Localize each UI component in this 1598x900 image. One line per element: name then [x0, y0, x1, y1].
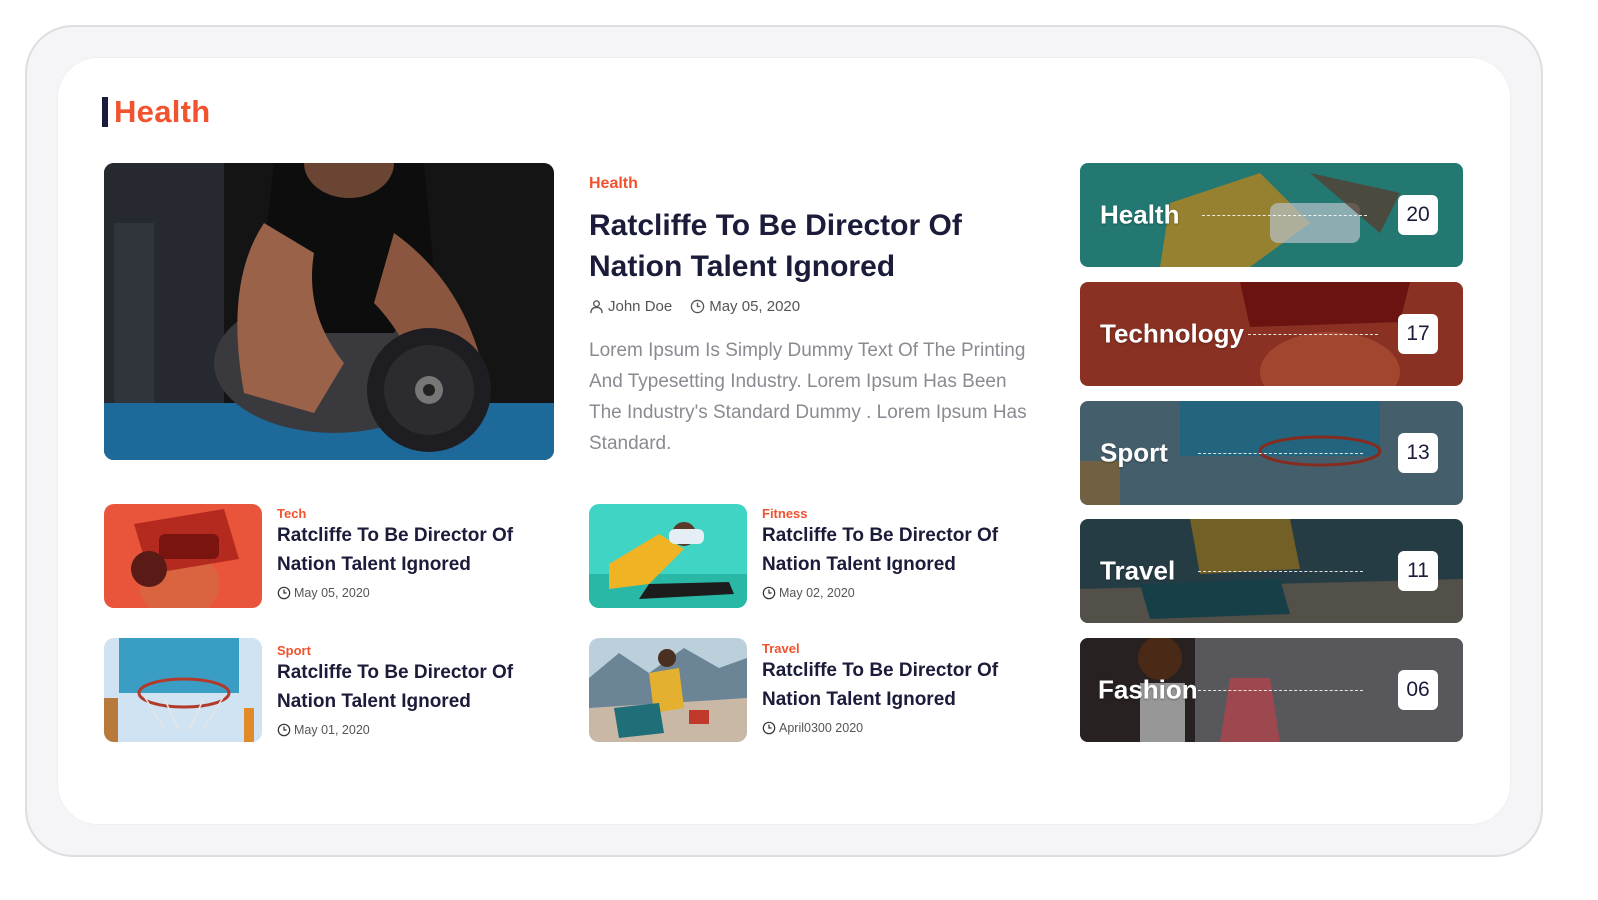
- article-thumbnail-sport[interactable]: [104, 638, 262, 742]
- user-icon: [590, 300, 603, 314]
- featured-date: May 05, 2020: [709, 298, 801, 315]
- category-label: Technology: [1100, 318, 1244, 349]
- category-divider: [1202, 215, 1367, 216]
- category-count-badge: 17: [1398, 314, 1438, 354]
- article-title[interactable]: Ratcliffe To Be Director Of Nation Talen…: [762, 656, 1032, 714]
- category-count-badge: 06: [1398, 670, 1438, 710]
- category-count-badge: 13: [1398, 433, 1438, 473]
- category-divider: [1198, 571, 1363, 572]
- article-thumbnail-fitness[interactable]: [589, 504, 747, 608]
- featured-category[interactable]: Health: [589, 175, 638, 193]
- article-date: April0300 2020: [762, 721, 863, 735]
- category-health[interactable]: Health 20: [1080, 163, 1463, 267]
- article-date-text: May 02, 2020: [779, 586, 855, 600]
- article-date-text: April0300 2020: [779, 721, 864, 735]
- category-label: Fashion: [1098, 674, 1198, 705]
- category-divider: [1198, 453, 1363, 454]
- article-thumbnail-travel[interactable]: [589, 638, 747, 742]
- category-fashion[interactable]: Fashion 06: [1080, 638, 1463, 742]
- category-divider: [1248, 334, 1378, 335]
- article-category[interactable]: Sport: [277, 643, 311, 658]
- article-category[interactable]: Tech: [277, 506, 306, 521]
- category-divider: [1198, 690, 1363, 691]
- section-title: Health: [114, 94, 211, 129]
- article-date: May 01, 2020: [277, 723, 370, 737]
- section-header: Health: [102, 92, 211, 132]
- clock-icon: [277, 723, 291, 737]
- article-date: May 05, 2020: [277, 586, 370, 600]
- category-label: Sport: [1100, 437, 1168, 468]
- featured-image[interactable]: [104, 163, 554, 460]
- article-category[interactable]: Travel: [762, 641, 800, 656]
- article-title[interactable]: Ratcliffe To Be Director Of Nation Talen…: [277, 521, 547, 579]
- article-date: May 02, 2020: [762, 586, 855, 600]
- clock-icon: [762, 586, 776, 600]
- category-count-badge: 11: [1398, 551, 1438, 591]
- section-title-bar: [102, 97, 108, 127]
- clock-icon: [762, 721, 776, 735]
- article-date-text: May 01, 2020: [294, 723, 370, 737]
- article-title[interactable]: Ratcliffe To Be Director Of Nation Talen…: [762, 521, 1032, 579]
- clock-icon: [277, 586, 291, 600]
- category-sport[interactable]: Sport 13: [1080, 401, 1463, 505]
- article-thumbnail-tech[interactable]: [104, 504, 262, 608]
- clock-icon: [690, 299, 705, 314]
- article-category[interactable]: Fitness: [762, 506, 808, 521]
- category-technology[interactable]: Technology 17: [1080, 282, 1463, 386]
- category-label: Travel: [1100, 555, 1176, 586]
- category-travel[interactable]: Travel 11: [1080, 519, 1463, 623]
- category-count-badge: 20: [1398, 195, 1438, 235]
- category-label: Health: [1100, 199, 1180, 230]
- featured-title[interactable]: Ratcliffe To Be Director Of Nation Talen…: [589, 205, 1019, 287]
- article-date-text: May 05, 2020: [294, 586, 370, 600]
- article-title[interactable]: Ratcliffe To Be Director Of Nation Talen…: [277, 658, 547, 716]
- featured-meta: John Doe May 05, 2020: [589, 298, 800, 315]
- featured-author[interactable]: John Doe: [608, 298, 672, 315]
- featured-description: Lorem Ipsum Is Simply Dummy Text Of The …: [589, 340, 1027, 454]
